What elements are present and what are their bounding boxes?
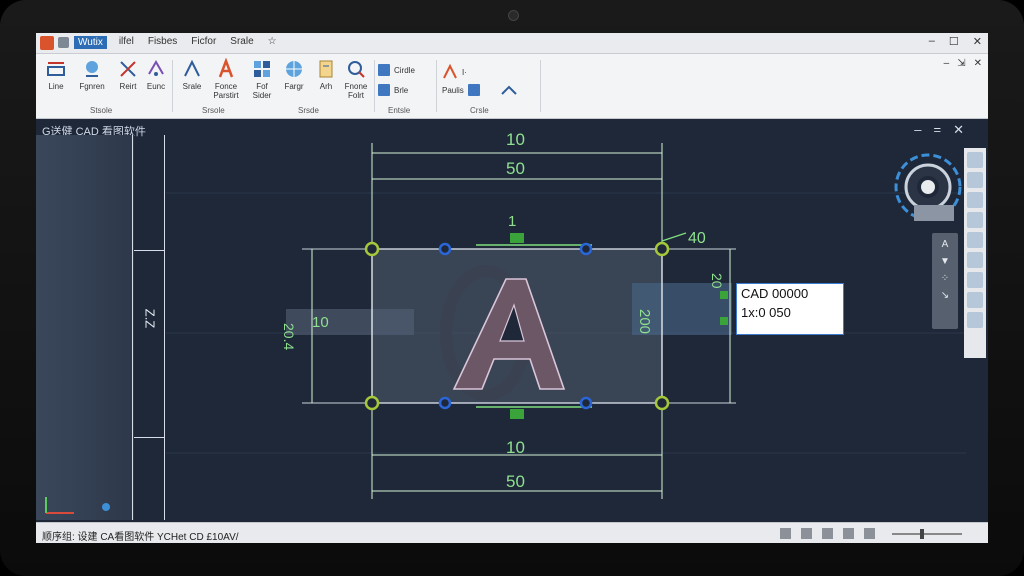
grid-toggle-icon[interactable] <box>780 528 791 539</box>
dimension-top-inner[interactable]: 10 <box>506 130 525 149</box>
cursor-tooltip: CAD 00000 1x:0 050 <box>736 283 844 335</box>
dimension-top-small[interactable]: 1 <box>508 213 516 230</box>
dimension-marker-right <box>720 291 728 299</box>
dimension-bottom-outer[interactable]: 50 <box>506 472 525 491</box>
grip-mid[interactable] <box>579 242 593 256</box>
toolbar-tool-icon[interactable] <box>967 172 983 188</box>
settings-icon[interactable] <box>864 528 875 539</box>
dimension-right-rotated[interactable]: 20 <box>709 273 725 289</box>
drawing-canvas[interactable]: 10 50 1 40 10 50 10 20.4 200 20 <box>36 33 988 543</box>
dimension-marker-top <box>510 233 524 243</box>
toolbar-tool-icon[interactable] <box>967 192 983 208</box>
tooltip-line-2: 1x:0 050 <box>741 305 791 320</box>
grip-corner[interactable] <box>654 395 670 411</box>
status-text: 顺序组: 设建 CA看图软件 YCHet CD £10AV/ <box>42 532 239 543</box>
viewcube[interactable] <box>894 153 962 221</box>
dimension-mid-rotated[interactable]: 200 <box>636 309 653 334</box>
snap-toggle-icon[interactable] <box>801 528 812 539</box>
tooltip-line-1: CAD 00000 <box>741 286 809 301</box>
dimension-top-outer[interactable]: 50 <box>506 159 525 178</box>
nav-item[interactable]: ↘ <box>932 290 958 301</box>
nav-item[interactable]: A <box>932 239 958 250</box>
cad-app-window: Wutix ilfel Fisbes Ficfor Srale ☆ – ☐ ✕ … <box>36 33 988 543</box>
toolbar-tool-icon[interactable] <box>967 312 983 328</box>
grip-corner[interactable] <box>364 241 380 257</box>
right-toolbar <box>964 148 986 358</box>
nav-item[interactable]: ▼ <box>932 256 958 267</box>
toolbar-tool-icon[interactable] <box>967 292 983 308</box>
grip-corner[interactable] <box>654 241 670 257</box>
toolbar-tool-icon[interactable] <box>967 212 983 228</box>
grip-mid[interactable] <box>438 242 452 256</box>
polar-toggle-icon[interactable] <box>843 528 854 539</box>
zoom-slider[interactable] <box>892 533 962 535</box>
toolbar-tool-icon[interactable] <box>967 152 983 168</box>
ortho-toggle-icon[interactable] <box>822 528 833 539</box>
camera-dot <box>508 10 519 21</box>
toolbar-tool-icon[interactable] <box>967 252 983 268</box>
ucs-icon <box>45 497 110 514</box>
grip-mid[interactable] <box>579 396 593 410</box>
dimension-left-value[interactable]: 10 <box>312 314 329 331</box>
navigation-bar: A ▼ ⁘ ↘ <box>932 233 958 329</box>
toolbar-tool-icon[interactable] <box>967 272 983 288</box>
leader-line <box>661 232 687 242</box>
dimension-marker-bottom <box>510 409 524 419</box>
grip-mid[interactable] <box>438 396 452 410</box>
hover-highlight-left <box>286 309 414 335</box>
toolbar-tool-icon[interactable] <box>967 232 983 248</box>
zoom-slider-knob[interactable] <box>920 529 924 539</box>
nav-item[interactable]: ⁘ <box>932 273 958 284</box>
dimension-left-rotated[interactable]: 20.4 <box>281 323 297 350</box>
status-bar: 顺序组: 设建 CA看图软件 YCHet CD £10AV/ <box>36 522 988 543</box>
status-icons <box>780 528 875 539</box>
dimension-right-top[interactable]: 40 <box>688 230 706 247</box>
dimension-bottom-inner[interactable]: 10 <box>506 438 525 457</box>
tablet-frame: Wutix ilfel Fisbes Ficfor Srale ☆ – ☐ ✕ … <box>0 0 1024 576</box>
grip-corner[interactable] <box>364 395 380 411</box>
dimension-marker-right-2 <box>720 317 728 325</box>
